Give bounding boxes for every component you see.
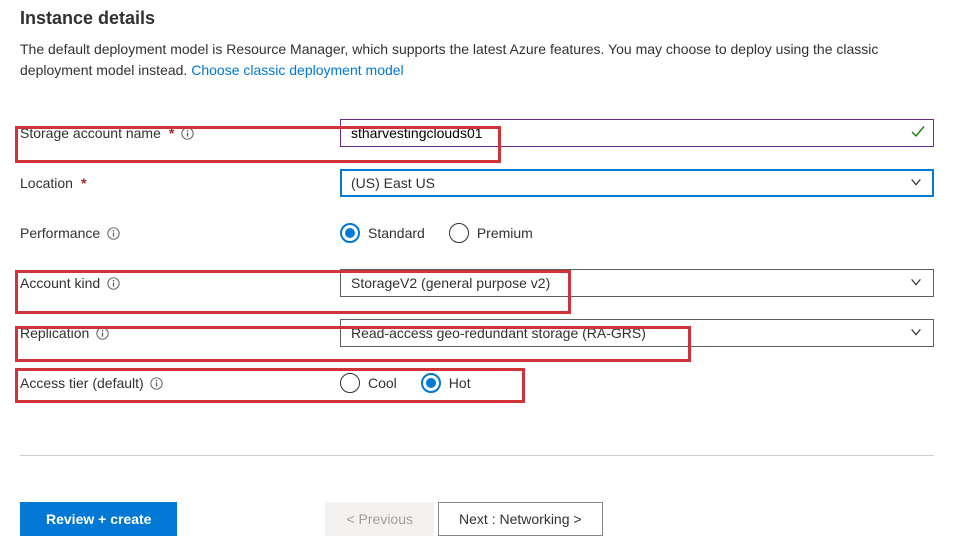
label-text: Replication [20,325,89,341]
label-storage-account-name: Storage account name * [20,125,340,141]
chevron-down-icon [909,175,923,192]
description-text: The default deployment model is Resource… [20,41,878,78]
select-value: Read-access geo-redundant storage (RA-GR… [351,325,646,341]
account-kind-select[interactable]: StorageV2 (general purpose v2) [340,269,934,297]
access-tier-hot-radio[interactable]: Hot [421,373,471,393]
radio-label: Cool [368,375,397,391]
radio-label: Hot [449,375,471,391]
row-access-tier: Access tier (default) Cool Hot [20,367,934,399]
label-access-tier: Access tier (default) [20,375,340,391]
radio-icon [449,223,469,243]
info-icon[interactable] [150,376,164,390]
classic-deployment-link[interactable]: Choose classic deployment model [191,62,403,78]
info-icon[interactable] [106,276,120,290]
select-value: (US) East US [351,175,435,191]
storage-account-name-input[interactable] [340,119,934,147]
required-star-icon: * [169,125,174,141]
chevron-down-icon [909,275,923,292]
label-replication: Replication [20,325,340,341]
label-text: Performance [20,225,100,241]
required-star-icon: * [81,175,86,191]
label-account-kind: Account kind [20,275,340,291]
access-tier-cool-radio[interactable]: Cool [340,373,397,393]
row-account-kind: Account kind StorageV2 (general purpose … [20,267,934,299]
row-replication: Replication Read-access geo-redundant st… [20,317,934,349]
radio-label: Standard [368,225,425,241]
row-performance: Performance Standard Premium [20,217,934,249]
section-title: Instance details [20,8,934,29]
performance-radio-group: Standard Premium [340,223,533,243]
label-location: Location * [20,175,340,191]
radio-icon [340,223,360,243]
footer: Review + create < Previous Next : Networ… [20,502,934,536]
radio-icon [340,373,360,393]
label-text: Location [20,175,73,191]
label-text: Storage account name [20,125,161,141]
next-button[interactable]: Next : Networking > [438,502,603,536]
radio-icon [421,373,441,393]
select-value: StorageV2 (general purpose v2) [351,275,550,291]
performance-premium-radio[interactable]: Premium [449,223,533,243]
row-storage-account-name: Storage account name * [20,117,934,149]
label-text: Access tier (default) [20,375,144,391]
info-icon[interactable] [180,126,194,140]
previous-button[interactable]: < Previous [325,502,434,536]
divider [20,455,934,456]
info-icon[interactable] [106,226,120,240]
access-tier-radio-group: Cool Hot [340,373,471,393]
performance-standard-radio[interactable]: Standard [340,223,425,243]
location-select[interactable]: (US) East US [340,169,934,197]
replication-select[interactable]: Read-access geo-redundant storage (RA-GR… [340,319,934,347]
label-text: Account kind [20,275,100,291]
review-create-button[interactable]: Review + create [20,502,177,536]
section-description: The default deployment model is Resource… [20,39,934,81]
chevron-down-icon [909,325,923,342]
info-icon[interactable] [95,326,109,340]
radio-label: Premium [477,225,533,241]
label-performance: Performance [20,225,340,241]
row-location: Location * (US) East US [20,167,934,199]
